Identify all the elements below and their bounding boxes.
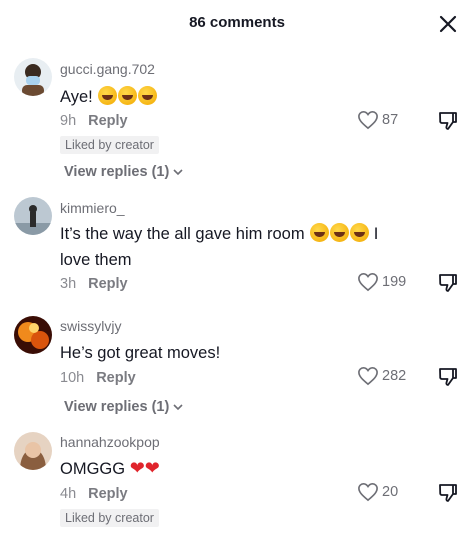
like-count: 199 <box>382 274 407 290</box>
reply-button[interactable]: Reply <box>88 113 128 129</box>
laughing-emoji-icon <box>310 223 330 242</box>
avatar[interactable] <box>14 432 52 470</box>
liked-by-creator-badge: Liked by creator <box>60 509 159 527</box>
laughing-emoji-icon <box>330 223 350 242</box>
liked-by-creator-badge: Liked by creator <box>60 136 159 154</box>
comment-username[interactable]: swissylvjy <box>60 318 121 334</box>
comments-header: 86 comments <box>0 0 474 46</box>
like-count: 282 <box>382 368 407 384</box>
chevron-down-icon <box>173 404 183 411</box>
reply-button[interactable]: Reply <box>88 486 128 502</box>
thumbs-down-icon[interactable] <box>437 272 459 294</box>
comment-time: 4h <box>60 486 77 502</box>
avatar[interactable] <box>14 316 52 354</box>
like-count: 87 <box>382 112 399 128</box>
comment-time: 9h <box>60 113 77 129</box>
comment-username[interactable]: hannahzookpop <box>60 434 160 450</box>
comment-username[interactable]: gucci.gang.702 <box>60 61 155 77</box>
like-count: 20 <box>382 484 399 500</box>
view-replies-label: View replies (1) <box>64 164 170 180</box>
comment-time: 3h <box>60 276 77 292</box>
view-replies-label: View replies (1) <box>64 399 170 415</box>
red-heart-emoji-icon: ❤ <box>144 458 160 478</box>
laughing-emoji-icon <box>118 86 138 105</box>
comment-meta: 9h Reply <box>60 113 128 129</box>
avatar-image <box>18 322 49 349</box>
red-heart-emoji-icon: ❤ <box>129 458 145 478</box>
reply-button[interactable]: Reply <box>96 370 136 386</box>
comment-text-body: He’s got great moves! <box>60 344 221 362</box>
heart-outline-icon <box>358 366 378 386</box>
avatar-image <box>20 442 46 470</box>
comment-text: He’s got great moves! <box>60 340 400 366</box>
comment-time: 10h <box>60 370 85 386</box>
view-replies-button[interactable]: View replies (1) <box>64 164 183 180</box>
thumbs-down-icon[interactable] <box>437 110 459 132</box>
thumbs-down-icon[interactable] <box>437 366 459 388</box>
view-replies-button[interactable]: View replies (1) <box>64 399 183 415</box>
like-button[interactable]: 199 <box>357 272 406 292</box>
laughing-emoji-icon <box>350 223 370 242</box>
comments-count-title: 86 comments <box>189 14 285 31</box>
like-button[interactable]: 282 <box>357 366 406 386</box>
comment-meta: 4h Reply <box>60 486 128 502</box>
comment-text-body: It’s the way the all gave him room <box>60 225 305 243</box>
comment-meta: 10h Reply <box>60 370 136 386</box>
comment-text: It’s the way the all gave him room I lov… <box>60 221 400 273</box>
comment-text-body: OMGGG <box>60 460 126 478</box>
reply-button[interactable]: Reply <box>88 276 128 292</box>
like-button[interactable]: 20 <box>357 482 398 502</box>
avatar[interactable] <box>14 58 52 96</box>
close-icon[interactable] <box>437 13 459 35</box>
avatar-image <box>22 64 44 96</box>
comment-text-body: Aye! <box>60 88 93 106</box>
thumbs-down-icon[interactable] <box>437 482 459 504</box>
heart-outline-icon <box>358 110 378 130</box>
comment-username[interactable]: kimmiero_ <box>60 200 125 216</box>
comment-text: Aye! <box>60 84 400 110</box>
chevron-down-icon <box>173 169 183 176</box>
avatar[interactable] <box>14 197 52 235</box>
comment-meta: 3h Reply <box>60 276 128 292</box>
avatar-image <box>14 205 52 235</box>
heart-outline-icon <box>358 482 378 502</box>
heart-outline-icon <box>358 272 378 292</box>
comment-text: OMGGG ❤❤ <box>60 455 400 482</box>
like-button[interactable]: 87 <box>357 110 398 130</box>
laughing-emoji-icon <box>138 86 158 105</box>
laughing-emoji-icon <box>98 86 118 105</box>
